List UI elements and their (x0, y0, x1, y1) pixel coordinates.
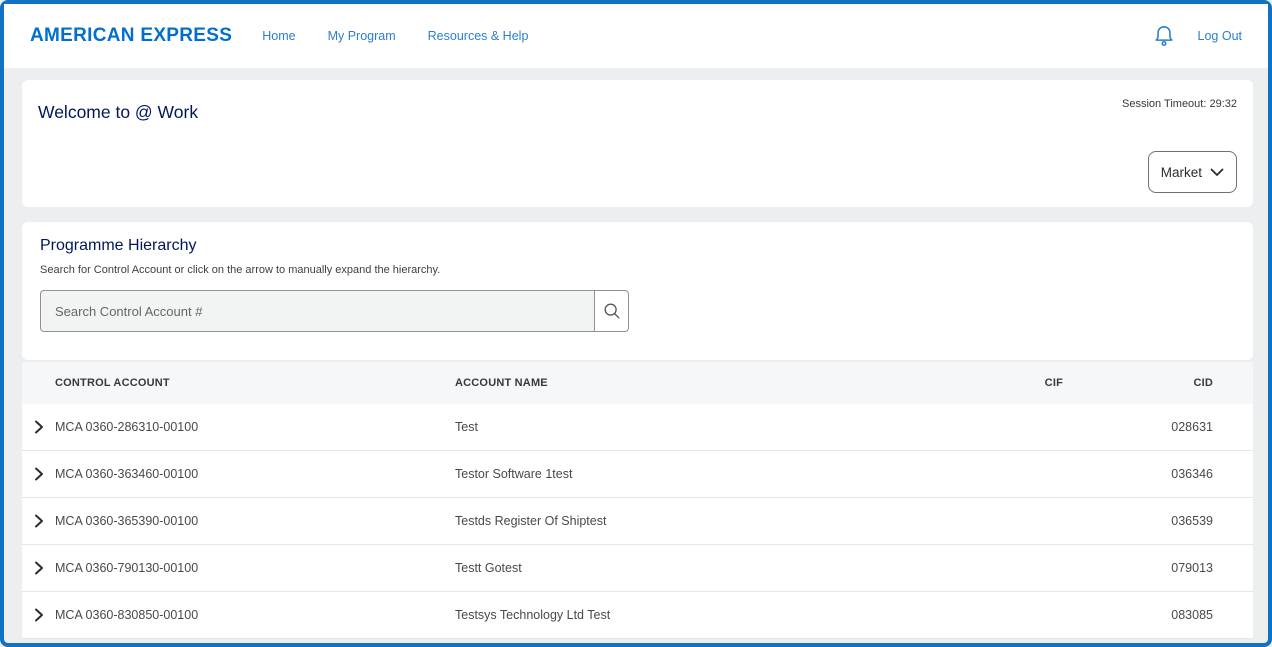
chevron-right-icon[interactable] (22, 592, 55, 638)
column-header-cif: CIF (963, 377, 1063, 389)
account-name-cell: Testds Register Of Shiptest (455, 514, 963, 528)
search-icon (602, 301, 622, 321)
search-button[interactable] (594, 290, 629, 332)
column-header-control-account: CONTROL ACCOUNT (55, 377, 455, 389)
programme-hierarchy-title: Programme Hierarchy (40, 237, 1235, 255)
market-dropdown[interactable]: Market (1148, 151, 1237, 193)
chevron-right-icon[interactable] (22, 404, 55, 450)
nav-item-my-program[interactable]: My Program (328, 29, 396, 43)
control-account-cell: MCA 0360-790130-00100 (55, 561, 455, 575)
account-name-cell: Test (455, 420, 963, 434)
market-dropdown-label: Market (1161, 165, 1202, 180)
account-name-cell: Testor Software 1test (455, 467, 963, 481)
top-navigation-bar: AMERICAN EXPRESS Home My Program Resourc… (4, 4, 1268, 68)
cid-cell: 083085 (1063, 608, 1213, 622)
search-control-account-input[interactable] (40, 290, 594, 332)
cid-cell: 036539 (1063, 514, 1213, 528)
search-bar (40, 290, 1235, 332)
cid-cell: 079013 (1063, 561, 1213, 575)
programme-hierarchy-card: Programme Hierarchy Search for Control A… (22, 222, 1253, 360)
chevron-right-icon[interactable] (22, 545, 55, 591)
chevron-right-icon[interactable] (22, 498, 55, 544)
control-account-cell: MCA 0360-286310-00100 (55, 420, 455, 434)
control-account-cell: MCA 0360-365390-00100 (55, 514, 455, 528)
table-header-row: CONTROL ACCOUNT ACCOUNT NAME CIF CID (22, 362, 1253, 404)
nav-item-home[interactable]: Home (262, 29, 295, 43)
column-header-cid: CID (1063, 377, 1213, 389)
topbar-right: Log Out (1152, 23, 1242, 49)
table-row: MCA 0360-830850-00100 Testsys Technology… (22, 592, 1253, 639)
table-row: MCA 0360-286310-00100 Test 028631 (22, 404, 1253, 451)
page-title: Welcome to @ Work (38, 98, 198, 193)
nav-item-resources-help[interactable]: Resources & Help (428, 29, 529, 43)
bell-icon[interactable] (1152, 23, 1176, 49)
column-header-account-name: ACCOUNT NAME (455, 377, 963, 389)
account-name-cell: Testsys Technology Ltd Test (455, 608, 963, 622)
table-row: MCA 0360-790130-00100 Testt Gotest 07901… (22, 545, 1253, 592)
control-account-table: CONTROL ACCOUNT ACCOUNT NAME CIF CID MCA… (22, 362, 1253, 639)
log-out-button[interactable]: Log Out (1198, 29, 1242, 43)
control-account-cell: MCA 0360-363460-00100 (55, 467, 455, 481)
programme-hierarchy-subtitle: Search for Control Account or click on t… (40, 264, 1235, 276)
cid-cell: 028631 (1063, 420, 1213, 434)
session-timeout-label: Session Timeout: 29:32 (1122, 98, 1237, 110)
main-nav: Home My Program Resources & Help (262, 29, 528, 43)
page-content: Welcome to @ Work Session Timeout: 29:32… (4, 68, 1268, 643)
control-account-cell: MCA 0360-830850-00100 (55, 608, 455, 622)
cid-cell: 036346 (1063, 467, 1213, 481)
table-row: MCA 0360-363460-00100 Testor Software 1t… (22, 451, 1253, 498)
amex-logo[interactable]: AMERICAN EXPRESS (30, 25, 232, 47)
chevron-right-icon[interactable] (22, 451, 55, 497)
account-name-cell: Testt Gotest (455, 561, 963, 575)
chevron-down-icon (1210, 168, 1224, 177)
welcome-card: Welcome to @ Work Session Timeout: 29:32… (22, 80, 1253, 207)
table-row: MCA 0360-365390-00100 Testds Register Of… (22, 498, 1253, 545)
